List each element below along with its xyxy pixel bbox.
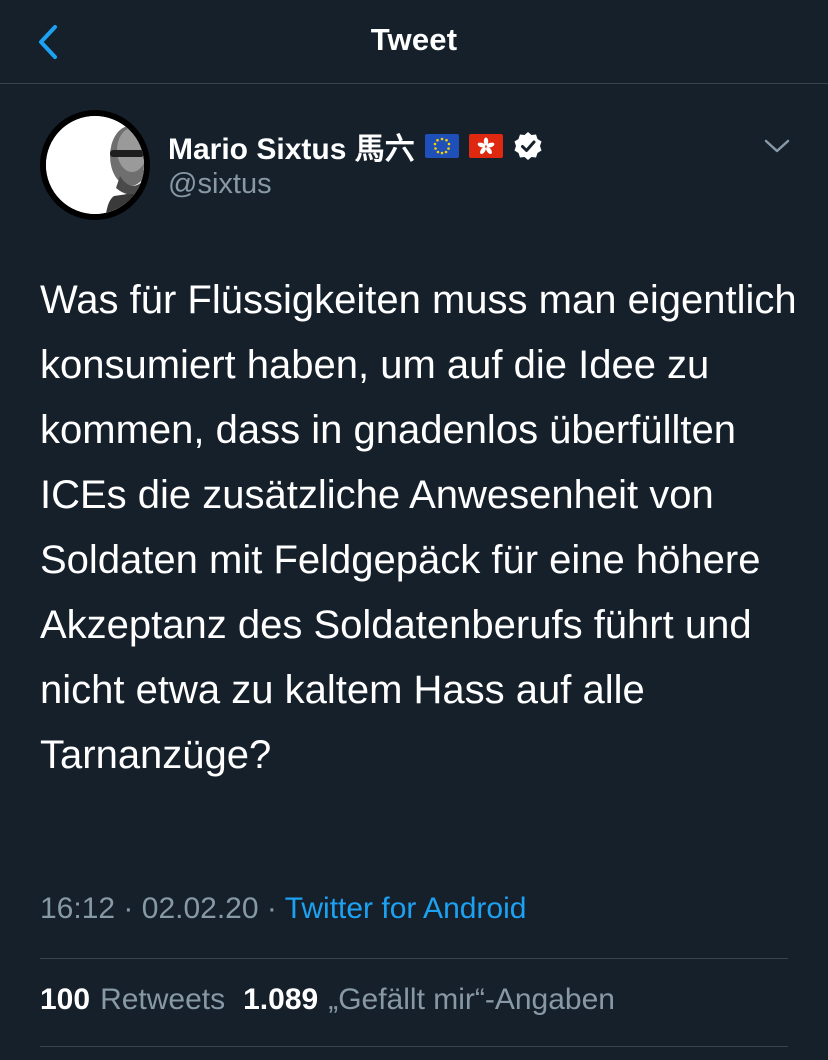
avatar[interactable] [40,110,150,220]
top-bar: Tweet [0,0,828,84]
tweet-date: 02.02.20 [141,892,259,925]
author-display-name[interactable]: Mario Sixtus 馬六 [168,124,415,168]
likes-stat[interactable]: 1.089 „Gefällt mir“-Angaben [243,983,615,1017]
tweet-metadata: 16:12 · 02.02.20 · Twitter for Android [40,892,526,926]
tweet-source-link[interactable]: Twitter for Android [285,892,527,925]
likes-label: „Gefällt mir“-Angaben [328,983,615,1016]
tweet-stats: 100 Retweets 1.089 „Gefällt mir“-Angaben [40,983,615,1017]
meta-separator: · [266,892,277,925]
likes-count: 1.089 [243,983,319,1016]
meta-separator: · [123,892,134,925]
retweets-count: 100 [40,983,91,1016]
verified-badge-icon [514,132,542,160]
tweet-text: Was für Flüssigkeiten muss man eigentlic… [40,278,797,777]
tweet-options-button[interactable] [760,132,794,160]
author-name-row: Mario Sixtus 馬六 [168,124,543,168]
portrait-image [46,116,144,214]
retweets-stat[interactable]: 100 Retweets [40,983,225,1017]
eu-flag-icon [424,134,459,158]
divider [40,1046,788,1047]
page-title: Tweet [370,22,458,57]
divider [40,958,788,959]
author-handle[interactable]: @sixtus [168,168,272,201]
tweet-time: 16:12 [40,892,116,925]
hong-kong-flag-icon [468,134,503,158]
chevron-down-icon [764,139,790,153]
retweets-label: Retweets [100,983,226,1016]
